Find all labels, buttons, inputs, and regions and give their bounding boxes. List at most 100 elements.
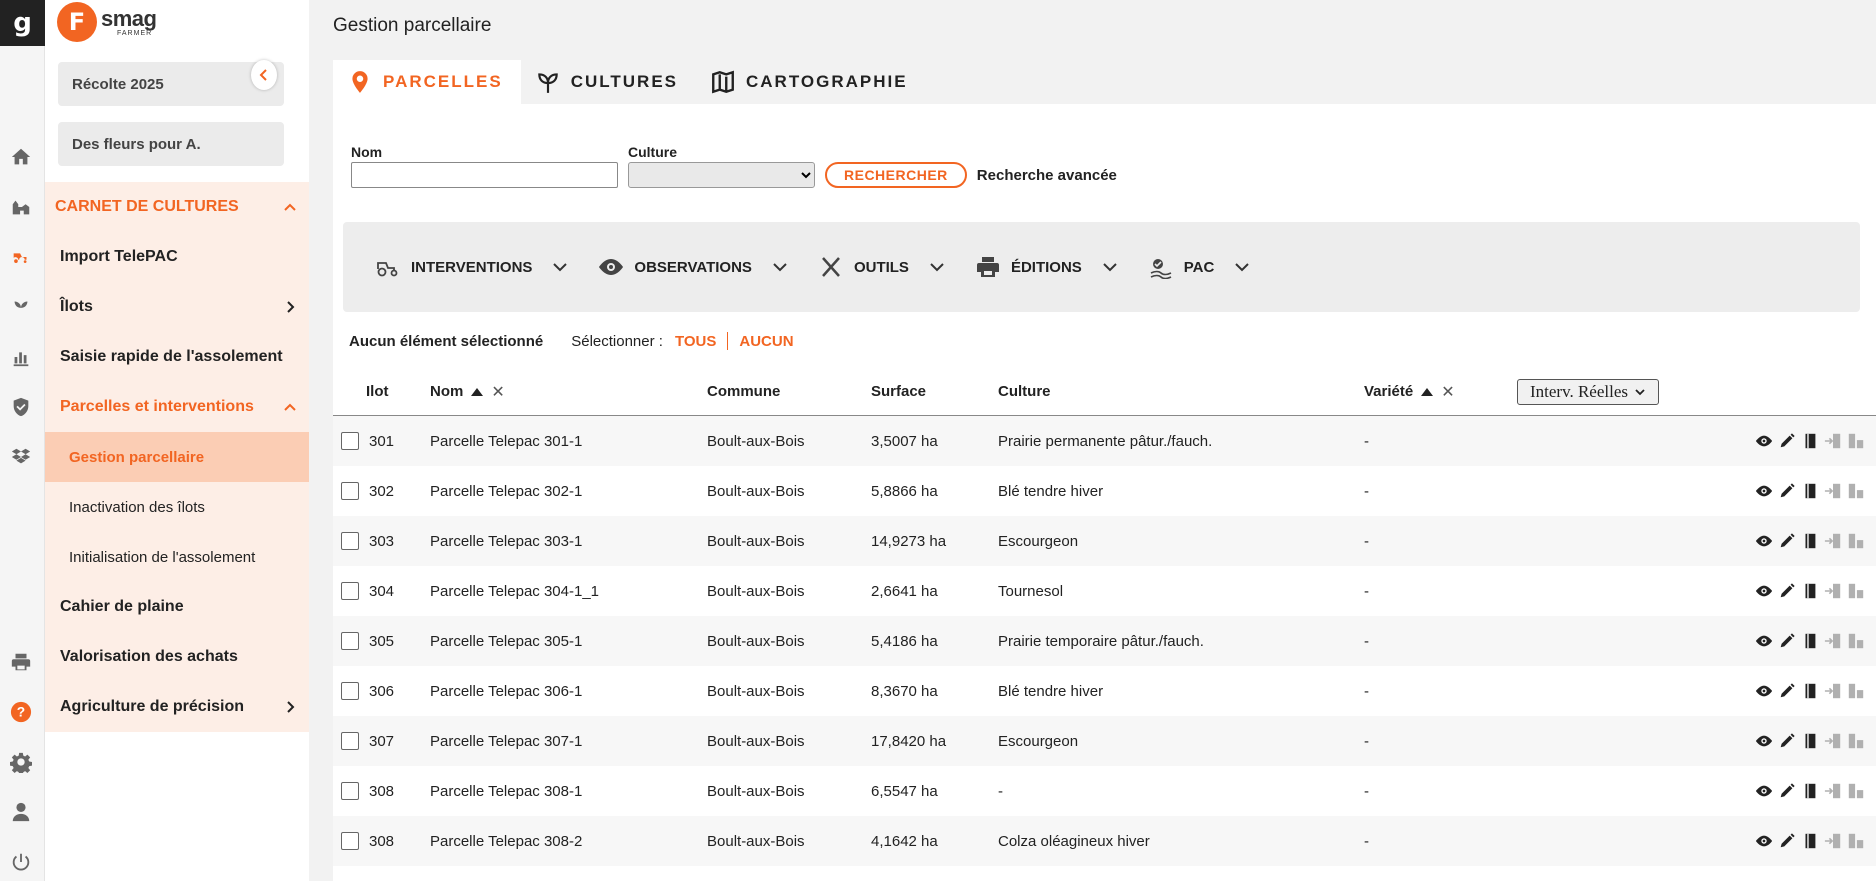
header-culture[interactable]: Culture	[998, 383, 1364, 400]
help-icon[interactable]: ?	[9, 700, 33, 724]
interv-reelles-select[interactable]: Interv. Réelles	[1517, 378, 1659, 405]
row-checkbox[interactable]	[341, 482, 359, 500]
edit-icon[interactable]	[1777, 781, 1797, 801]
dropbox-icon[interactable]	[9, 445, 33, 469]
menu-carnet-de-cultures[interactable]: CARNET DE CULTURES	[45, 182, 309, 232]
move-icon[interactable]	[1823, 831, 1843, 851]
book-icon[interactable]	[1800, 781, 1820, 801]
tab-cultures[interactable]: CULTURES	[521, 60, 696, 104]
search-button[interactable]: RECHERCHER	[825, 162, 967, 188]
row-checkbox[interactable]	[341, 782, 359, 800]
view-icon[interactable]	[1754, 581, 1774, 601]
split-icon[interactable]	[1846, 431, 1866, 451]
menu-parcelles-interventions[interactable]: Parcelles et interventions	[45, 382, 309, 432]
menu-initialisation-assolement[interactable]: Initialisation de l'assolement	[45, 532, 309, 582]
header-commune[interactable]: Commune	[707, 383, 871, 400]
table-row[interactable]: 308 Parcelle Telepac 308-1 Boult-aux-Boi…	[333, 766, 1876, 816]
view-icon[interactable]	[1754, 831, 1774, 851]
select-none-link[interactable]: AUCUN	[739, 333, 793, 350]
table-row[interactable]: 303 Parcelle Telepac 303-1 Boult-aux-Boi…	[333, 516, 1876, 566]
menu-inactivation-ilots[interactable]: Inactivation des îlots	[45, 482, 309, 532]
menu-gestion-parcellaire[interactable]: Gestion parcellaire	[45, 432, 309, 482]
plant-icon[interactable]	[9, 295, 33, 319]
advanced-search-link[interactable]: Recherche avancée	[977, 162, 1117, 188]
move-icon[interactable]	[1823, 681, 1843, 701]
sort-asc-icon[interactable]	[471, 387, 484, 396]
split-icon[interactable]	[1846, 731, 1866, 751]
tab-parcelles[interactable]: PARCELLES	[333, 60, 521, 104]
menu-ilots[interactable]: Îlots	[45, 282, 309, 332]
user-icon[interactable]	[9, 800, 33, 824]
edit-icon[interactable]	[1777, 831, 1797, 851]
table-row[interactable]: 305 Parcelle Telepac 305-1 Boult-aux-Boi…	[333, 616, 1876, 666]
farm-icon[interactable]	[9, 195, 33, 219]
row-checkbox[interactable]	[341, 682, 359, 700]
menu-agriculture-precision[interactable]: Agriculture de précision	[45, 682, 309, 732]
move-icon[interactable]	[1823, 481, 1843, 501]
shield-icon[interactable]	[9, 395, 33, 419]
book-icon[interactable]	[1800, 531, 1820, 551]
row-checkbox[interactable]	[341, 582, 359, 600]
view-icon[interactable]	[1754, 431, 1774, 451]
book-icon[interactable]	[1800, 431, 1820, 451]
view-icon[interactable]	[1754, 731, 1774, 751]
interventions-menu[interactable]: INTERVENTIONS	[375, 255, 568, 279]
app-logo[interactable]: g	[0, 0, 45, 46]
pac-menu[interactable]: PAC	[1148, 255, 1251, 279]
header-ilot[interactable]: Ilot	[333, 383, 430, 400]
edit-icon[interactable]	[1777, 681, 1797, 701]
clear-sort-icon[interactable]: ✕	[491, 382, 504, 402]
edit-icon[interactable]	[1777, 731, 1797, 751]
move-icon[interactable]	[1823, 581, 1843, 601]
row-checkbox[interactable]	[341, 432, 359, 450]
edit-icon[interactable]	[1777, 531, 1797, 551]
nom-input[interactable]	[351, 162, 618, 188]
move-icon[interactable]	[1823, 631, 1843, 651]
view-icon[interactable]	[1754, 781, 1774, 801]
table-row[interactable]: 306 Parcelle Telepac 306-1 Boult-aux-Boi…	[333, 666, 1876, 716]
split-icon[interactable]	[1846, 681, 1866, 701]
menu-import-telepac[interactable]: Import TelePAC	[45, 232, 309, 282]
header-surface[interactable]: Surface	[871, 383, 998, 400]
split-icon[interactable]	[1846, 481, 1866, 501]
farm-selector[interactable]: Des fleurs pour A.	[58, 122, 284, 166]
book-icon[interactable]	[1800, 581, 1820, 601]
move-icon[interactable]	[1823, 731, 1843, 751]
observations-menu[interactable]: OBSERVATIONS	[598, 255, 788, 279]
table-row[interactable]: 301 Parcelle Telepac 301-1 Boult-aux-Boi…	[333, 416, 1876, 466]
book-icon[interactable]	[1800, 831, 1820, 851]
view-icon[interactable]	[1754, 631, 1774, 651]
book-icon[interactable]	[1800, 681, 1820, 701]
view-icon[interactable]	[1754, 481, 1774, 501]
row-checkbox[interactable]	[341, 532, 359, 550]
menu-cahier-de-plaine[interactable]: Cahier de plaine	[45, 582, 309, 632]
split-icon[interactable]	[1846, 531, 1866, 551]
season-select[interactable]: Récolte 2025	[58, 62, 284, 106]
table-row[interactable]: 308 Parcelle Telepac 308-2 Boult-aux-Boi…	[333, 816, 1876, 866]
table-row[interactable]: 304 Parcelle Telepac 304-1_1 Boult-aux-B…	[333, 566, 1876, 616]
home-icon[interactable]	[9, 145, 33, 169]
edit-icon[interactable]	[1777, 481, 1797, 501]
row-checkbox[interactable]	[341, 732, 359, 750]
table-row[interactable]: 302 Parcelle Telepac 302-1 Boult-aux-Boi…	[333, 466, 1876, 516]
tractor-icon[interactable]	[9, 245, 33, 269]
select-all-link[interactable]: TOUS	[675, 333, 716, 350]
book-icon[interactable]	[1800, 731, 1820, 751]
gear-icon[interactable]	[9, 750, 33, 774]
split-icon[interactable]	[1846, 581, 1866, 601]
row-checkbox[interactable]	[341, 632, 359, 650]
outils-menu[interactable]: OUTILS	[818, 255, 945, 279]
tab-cartographie[interactable]: CARTOGRAPHIE	[696, 60, 926, 104]
power-icon[interactable]	[9, 850, 33, 874]
chart-icon[interactable]	[9, 345, 33, 369]
brand-logo[interactable]: F smag FARMER	[57, 2, 157, 42]
move-icon[interactable]	[1823, 431, 1843, 451]
row-checkbox[interactable]	[341, 832, 359, 850]
collapse-sidebar-button[interactable]	[251, 60, 277, 90]
edit-icon[interactable]	[1777, 631, 1797, 651]
sort-asc-icon[interactable]	[1421, 387, 1434, 396]
header-variete[interactable]: Variété ✕	[1364, 382, 1517, 402]
move-icon[interactable]	[1823, 531, 1843, 551]
view-icon[interactable]	[1754, 531, 1774, 551]
culture-select[interactable]	[628, 162, 815, 188]
